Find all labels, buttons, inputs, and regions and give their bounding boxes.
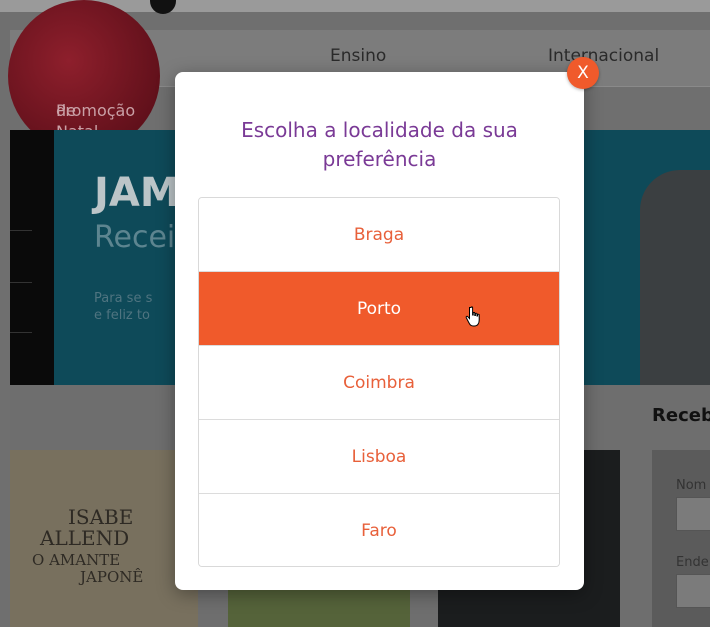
hand-cursor-icon <box>465 306 480 327</box>
hero-text: Para se s e feliz to <box>94 290 152 324</box>
modal-title: Escolha a localidade da sua preferência <box>241 118 518 171</box>
hero-text-line-2: e feliz to <box>94 308 150 323</box>
hero-side-panel <box>10 130 54 385</box>
option-label: Faro <box>361 520 397 541</box>
newsletter-heading: Receb <box>652 405 710 426</box>
hero-subtitle: Recei <box>94 220 176 255</box>
location-option-lisboa[interactable]: Lisboa <box>199 420 559 494</box>
divider <box>10 332 32 333</box>
location-option-braga[interactable]: Braga <box>199 198 559 272</box>
close-icon: X <box>577 63 589 83</box>
option-label: Coimbra <box>343 372 415 393</box>
location-option-porto[interactable]: Porto <box>199 272 559 346</box>
nav-item-internacional[interactable]: Internacional <box>548 46 659 66</box>
book-cover[interactable]: ISABE ALLEND O AMANTE JAPONÊ <box>10 450 198 627</box>
hero-title: JAM <box>94 170 180 216</box>
location-modal: Escolha a localidade da sua preferência … <box>175 72 584 590</box>
email-field[interactable] <box>676 574 710 608</box>
location-options-list: Braga Porto Coimbra Lisboa Faro <box>198 197 560 567</box>
name-field[interactable] <box>676 497 710 531</box>
book-title-line-2: JAPONÊ <box>80 568 144 586</box>
email-label: Ende <box>676 555 709 570</box>
option-label: Lisboa <box>351 446 407 467</box>
divider <box>10 282 32 283</box>
option-label: Porto <box>356 298 402 319</box>
nav-item-ensino[interactable]: Ensino <box>330 46 386 66</box>
hero-text-line-1: Para se s <box>94 291 153 306</box>
close-modal-button[interactable]: X <box>567 57 599 89</box>
book-title-line-1: O AMANTE <box>32 551 121 569</box>
option-label: Braga <box>353 224 405 245</box>
name-label: Nom <box>676 478 707 493</box>
location-option-faro[interactable]: Faro <box>199 494 559 566</box>
location-option-coimbra[interactable]: Coimbra <box>199 346 559 420</box>
divider <box>10 230 32 231</box>
hero-person-image <box>640 170 710 385</box>
book-author-line-2: ALLEND <box>40 526 130 550</box>
